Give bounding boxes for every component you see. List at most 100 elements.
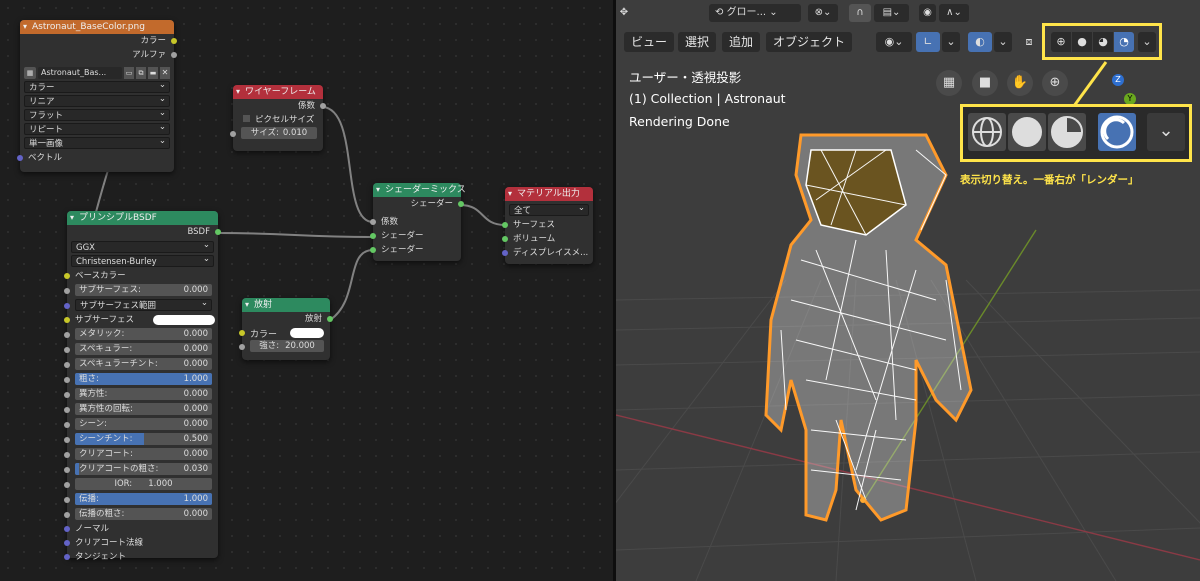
users-icon[interactable]: ▭ (124, 66, 134, 79)
strength-row[interactable]: 強さ: 20.000 (239, 340, 330, 354)
input-shader-1[interactable]: シェーダー (370, 229, 461, 243)
subsurface-color-row[interactable]: サブサーフェス (67, 313, 218, 327)
value-slider[interactable]: メタリック: 0.000 (75, 328, 212, 340)
input-socket[interactable] (64, 452, 70, 458)
bsdf-input-row[interactable]: シーン: 0.000 (64, 418, 218, 432)
value-slider[interactable]: シーンチント: 0.500 (75, 433, 212, 445)
emission-node[interactable]: 放射 放射 カラー 強さ:20.000 (239, 298, 333, 360)
falloff-dropdown[interactable]: ∧⌄ (939, 4, 969, 22)
input-clearcoat-normal[interactable]: クリアコート法線 (64, 536, 218, 550)
bsdf-input-row[interactable]: 伝播の粗さ: 0.000 (64, 508, 218, 522)
input-socket[interactable] (64, 362, 70, 368)
image-name-field[interactable]: Astronaut_Bas... (38, 66, 122, 79)
size-field[interactable]: サイズ: 0.010 (241, 127, 317, 139)
output-bsdf[interactable]: BSDF (67, 225, 221, 239)
zoom-wireframe-button[interactable] (968, 113, 1006, 151)
subsurface-method-dropdown[interactable]: Christensen-Burley (71, 253, 214, 267)
input-base-color[interactable]: ベースカラー (64, 269, 218, 283)
input-socket[interactable] (64, 482, 70, 488)
input-socket[interactable] (64, 422, 70, 428)
value-slider[interactable]: シーン: 0.000 (75, 418, 212, 430)
pan-button[interactable]: ✋ (1007, 70, 1033, 96)
strength-field[interactable]: 強さ: 20.000 (250, 340, 324, 352)
input-socket[interactable] (64, 332, 70, 338)
bsdf-input-row[interactable]: スペキュラー: 0.000 (64, 343, 218, 357)
zoom-solid-button[interactable] (1008, 113, 1046, 151)
orientation-dropdown[interactable]: ⟲ グロー... ⌄ (709, 4, 801, 22)
camera-button[interactable]: ■ (972, 70, 998, 96)
target-dropdown[interactable]: 全て (509, 202, 589, 216)
image-selector[interactable]: ▦ Astronaut_Bas... ▭ ⧉ ▬ ✕ (24, 66, 170, 79)
input-shader-2[interactable]: シェーダー (370, 243, 461, 257)
value-slider[interactable]: 異方性: 0.000 (75, 388, 212, 400)
interpolation-dropdown[interactable]: リニア (24, 93, 170, 107)
shading-material-button[interactable]: ◕ (1093, 32, 1113, 52)
bsdf-input-row[interactable]: スペキュラーチント: 0.000 (64, 358, 218, 372)
input-socket[interactable] (64, 392, 70, 398)
output-factor[interactable]: 係数 (233, 99, 326, 113)
zoom-shading-dropdown[interactable]: ⌄ (1147, 113, 1185, 151)
shading-solid-button[interactable]: ● (1072, 32, 1092, 52)
input-color[interactable]: カラー (239, 326, 330, 340)
mix-shader-node[interactable]: シェーダーミックス シェーダー 係数 シェーダー シェーダー (370, 183, 466, 261)
input-socket[interactable] (64, 512, 70, 518)
pixel-size-checkbox[interactable]: ピクセルサイズ (233, 113, 323, 127)
menu-add[interactable]: 追加 (722, 32, 761, 52)
extension-dropdown[interactable]: リピート (24, 121, 170, 135)
shading-wireframe-button[interactable]: ⊕ (1051, 32, 1071, 52)
value-slider[interactable]: スペキュラーチント: 0.000 (75, 358, 212, 370)
input-surface[interactable]: サーフェス (502, 218, 593, 232)
bsdf-input-row[interactable]: 異方性: 0.000 (64, 388, 218, 402)
pivot-dropdown[interactable]: ⊗⌄ (808, 4, 838, 22)
zoom-button[interactable]: ⊕ (1042, 70, 1068, 96)
size-field-row[interactable]: サイズ: 0.010 (230, 127, 323, 141)
color-swatch[interactable] (153, 315, 215, 325)
gizmo-toggle[interactable]: ∟ (916, 32, 940, 52)
distribution-dropdown[interactable]: GGX (71, 239, 214, 253)
value-slider[interactable]: 異方性の回転: 0.000 (75, 403, 212, 415)
transform-pivot-button[interactable]: ✥ (618, 4, 630, 22)
bsdf-input-row[interactable]: 異方性の回転: 0.000 (64, 403, 218, 417)
input-socket[interactable] (64, 288, 70, 294)
output-color[interactable]: カラー (20, 34, 177, 48)
menu-view[interactable]: ビュー (624, 32, 675, 52)
zoom-material-button[interactable] (1048, 113, 1086, 151)
overlay-dropdown[interactable]: ⌄ (994, 32, 1012, 52)
bsdf-input-row[interactable]: サブサーフェス: 0.000 (64, 284, 218, 298)
input-displacement[interactable]: ディスプレイスメ... (502, 246, 593, 260)
material-output-node[interactable]: マテリアル出力 全て サーフェス ボリューム ディスプレイスメ... (502, 187, 593, 264)
input-normal[interactable]: ノーマル (64, 522, 218, 536)
input-tangent[interactable]: タンジェント (64, 550, 218, 564)
folder-icon[interactable]: ▬ (148, 66, 158, 79)
value-slider[interactable]: 粗さ: 1.000 (75, 373, 212, 385)
principled-bsdf-node[interactable]: プリンシプルBSDF BSDF GGX Christensen-Burley ベ… (64, 211, 221, 562)
zoom-rendered-button[interactable] (1098, 113, 1136, 151)
overlay-toggle[interactable]: ◐ (968, 32, 992, 52)
copy-icon[interactable]: ⧉ (136, 66, 146, 79)
wireframe-node[interactable]: ワイヤーフレーム 係数 ピクセルサイズ サイズ:0.010 (230, 85, 326, 151)
output-shader[interactable]: シェーダー (373, 197, 464, 211)
visibility-dropdown[interactable]: ◉⌄ (876, 32, 912, 52)
value-slider[interactable]: IOR: 1.000 (75, 478, 212, 490)
bsdf-input-row[interactable]: 粗さ: 1.000 (64, 373, 218, 387)
bsdf-input-row[interactable]: クリアコートの粗さ: 0.030 (64, 463, 218, 477)
color-space-dropdown[interactable]: カラー (24, 79, 170, 93)
input-socket[interactable] (64, 437, 70, 443)
shading-dropdown[interactable]: ⌄ (1138, 32, 1156, 52)
input-vector[interactable]: ベクトル (17, 151, 174, 165)
snap-target-dropdown[interactable]: ▤⌄ (874, 4, 909, 22)
proportional-edit-toggle[interactable]: ◉ (919, 4, 936, 22)
image-browse-icon[interactable]: ▦ (24, 66, 36, 79)
source-dropdown[interactable]: 単一画像 (24, 135, 170, 149)
input-socket[interactable] (64, 467, 70, 473)
checkbox-box[interactable] (243, 115, 250, 122)
output-alpha[interactable]: アルファ (20, 48, 177, 62)
image-texture-node[interactable]: Astronaut_BaseColor.png カラー アルファ ▦ Astro… (17, 20, 177, 172)
value-slider[interactable]: クリアコート: 0.000 (75, 448, 212, 460)
bsdf-input-row[interactable]: サブサーフェス範囲 (64, 297, 218, 313)
node-editor[interactable]: Astronaut_BaseColor.png カラー アルファ ▦ Astro… (0, 0, 613, 581)
bsdf-input-row[interactable]: シーンチント: 0.500 (64, 433, 218, 447)
3d-viewport[interactable]: ✥ ⟲ グロー... ⌄ ⊗⌄ ∩ ▤⌄ ◉ ∧⌄ ビュー 選択 追加 オブジェ… (616, 0, 1200, 581)
output-emission[interactable]: 放射 (242, 312, 333, 326)
input-socket[interactable] (64, 303, 70, 309)
